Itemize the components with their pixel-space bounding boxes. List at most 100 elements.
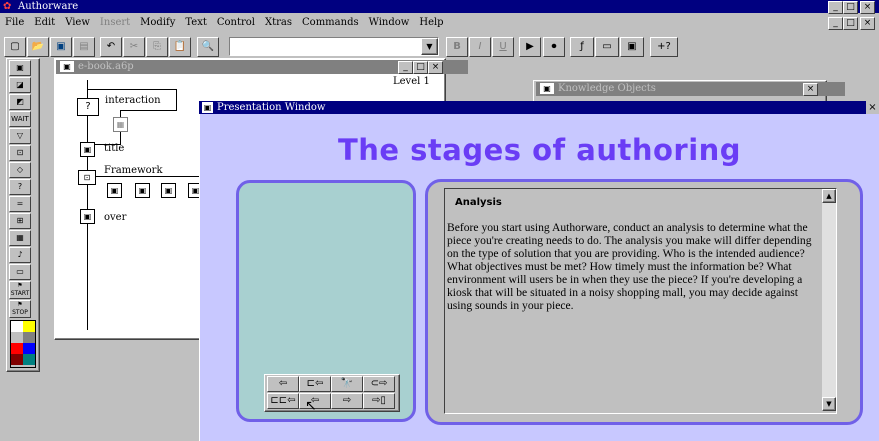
sound-icon[interactable]: ♪ xyxy=(9,247,31,263)
minimize-button[interactable]: _ xyxy=(828,1,843,14)
presentation-close-icon[interactable]: × xyxy=(866,101,879,114)
find-icon[interactable]: 🔍 xyxy=(197,37,219,57)
analysis-text-area[interactable]: Analysis Before you start using Authorwa… xyxy=(444,188,837,414)
menu-xtras[interactable]: Xtras xyxy=(260,15,297,30)
color-swatch[interactable] xyxy=(23,343,35,354)
underline-button[interactable]: U xyxy=(492,37,514,57)
maximize-button[interactable]: □ xyxy=(843,1,858,14)
copy-icon[interactable]: ⎘ xyxy=(146,37,168,57)
presentation-heading: The stages of authoring xyxy=(337,133,742,167)
menu-view[interactable]: View xyxy=(60,15,95,30)
functions-icon[interactable]: ƒ xyxy=(570,37,594,57)
close-button[interactable]: × xyxy=(860,1,875,14)
framework-icon[interactable]: ⊡ xyxy=(9,145,31,161)
framework-page-icon[interactable]: ▣ xyxy=(135,183,150,198)
knowledge-objects-window-icon: ▣ xyxy=(540,83,554,94)
knowledge-objects-close-button[interactable]: × xyxy=(803,83,818,96)
interaction-icon[interactable]: ? xyxy=(9,179,31,195)
menu-bar: File Edit View Insert Modify Text Control Xtras… xyxy=(0,15,879,31)
presentation-title: Presentation Window xyxy=(217,102,326,113)
paste-icon[interactable]: 📋 xyxy=(169,37,191,57)
go-back-button[interactable]: ⇦ xyxy=(267,376,299,392)
framework-page-icon[interactable]: ▣ xyxy=(107,183,122,198)
start-flag-button[interactable]: ⚑ START xyxy=(9,281,31,299)
color-swatch[interactable] xyxy=(11,321,23,332)
video-icon[interactable]: ▭ xyxy=(9,264,31,280)
color-swatch[interactable] xyxy=(11,332,23,343)
vertical-scrollbar[interactable]: ▲ ▼ xyxy=(822,189,836,411)
cut-icon[interactable]: ✂ xyxy=(123,37,145,57)
menu-file[interactable]: File xyxy=(0,15,29,30)
flowline-title: e-book.a6p xyxy=(78,61,134,72)
framework-icon[interactable]: ⊡ xyxy=(78,170,96,185)
start-label: START xyxy=(10,290,30,297)
control-panel-icon[interactable]: ⏺ xyxy=(543,37,565,57)
doc-close-button[interactable]: × xyxy=(860,17,875,30)
find-button[interactable]: 🔭 xyxy=(331,376,363,392)
navigate-icon[interactable]: ▽ xyxy=(9,128,31,144)
app-title: Authorware xyxy=(18,1,79,12)
run-icon[interactable]: ▶ xyxy=(519,37,541,57)
undo-icon[interactable]: ↶ xyxy=(100,37,122,57)
first-page-button[interactable]: ⊏⊏⇦ xyxy=(267,393,299,409)
knowledge-objects-icon[interactable]: ▣ xyxy=(620,37,644,57)
framework-page-icon[interactable]: ▣ xyxy=(161,183,176,198)
display-icon[interactable]: ▣ xyxy=(9,60,31,76)
menu-text[interactable]: Text xyxy=(180,15,211,30)
digital-movie-icon[interactable]: ▦ xyxy=(9,230,31,246)
color-swatch[interactable] xyxy=(11,354,23,365)
icon-color-palette xyxy=(10,320,36,368)
menu-commands[interactable]: Commands xyxy=(297,15,364,30)
menu-edit[interactable]: Edit xyxy=(29,15,60,30)
menu-window[interactable]: Window xyxy=(364,15,415,30)
interaction-label: interaction xyxy=(105,95,161,106)
flowline-close-button[interactable]: × xyxy=(428,61,443,74)
color-swatch[interactable] xyxy=(23,321,35,332)
doc-minimize-button[interactable]: _ xyxy=(828,17,843,30)
scroll-down-arrow-icon[interactable]: ▼ xyxy=(822,397,836,411)
knowledge-objects-title-bar: ▣ Knowledge Objects xyxy=(536,82,845,96)
menu-modify[interactable]: Modify xyxy=(135,15,180,30)
erase-icon[interactable]: ◩ xyxy=(9,94,31,110)
open-file-icon[interactable]: 📂 xyxy=(27,37,49,57)
calculation-icon[interactable]: = xyxy=(9,196,31,212)
over-display-icon[interactable]: ▣ xyxy=(80,209,95,224)
over-icon-label: over xyxy=(104,212,127,223)
save-all-icon[interactable]: ▣ xyxy=(50,37,72,57)
recent-pages-button[interactable]: ⊏⇦ xyxy=(299,376,331,392)
menu-help[interactable]: Help xyxy=(414,15,448,30)
interaction-icon[interactable]: ? xyxy=(77,98,99,116)
title-display-icon[interactable]: ▣ xyxy=(80,142,95,157)
chevron-down-icon[interactable]: ▼ xyxy=(421,38,438,55)
color-swatch[interactable] xyxy=(11,343,23,354)
import-icon[interactable]: ▤ xyxy=(73,37,95,57)
decision-icon[interactable]: ◇ xyxy=(9,162,31,178)
bold-button[interactable]: B xyxy=(446,37,468,57)
text-style-select[interactable]: ▼ xyxy=(229,37,439,56)
analysis-section-title: Analysis xyxy=(455,197,502,208)
menu-insert[interactable]: Insert xyxy=(95,15,135,30)
wait-icon[interactable]: WAIT xyxy=(9,111,31,127)
motion-icon[interactable]: ◪ xyxy=(9,77,31,93)
exit-framework-button[interactable]: ⊂⇨ xyxy=(363,376,395,392)
flowline-maximize-button[interactable]: □ xyxy=(413,61,428,74)
title-icon-label: title xyxy=(104,143,125,154)
next-page-button[interactable]: ⇨ xyxy=(331,393,363,409)
last-page-button[interactable]: ⇨▯ xyxy=(363,393,395,409)
map-icon[interactable]: ⊞ xyxy=(9,213,31,229)
menu-control[interactable]: Control xyxy=(212,15,260,30)
scroll-up-arrow-icon[interactable]: ▲ xyxy=(822,189,836,203)
map-response-icon[interactable]: ▦ xyxy=(113,117,128,132)
color-swatch[interactable] xyxy=(23,354,35,365)
color-swatch[interactable] xyxy=(23,332,35,343)
flowline-minimize-button[interactable]: _ xyxy=(398,61,413,74)
help-pointer-button[interactable]: +? xyxy=(650,37,678,57)
level-label: Level 1 xyxy=(393,76,430,87)
knowledge-objects-title: Knowledge Objects xyxy=(558,83,656,94)
new-file-icon[interactable]: ▢ xyxy=(4,37,26,57)
variables-icon[interactable]: ▭ xyxy=(595,37,619,57)
italic-button[interactable]: I xyxy=(469,37,491,57)
stop-label: STOP xyxy=(12,309,28,316)
doc-restore-button[interactable]: □ xyxy=(843,17,858,30)
stop-flag-button[interactable]: ⚑ STOP xyxy=(9,300,31,318)
